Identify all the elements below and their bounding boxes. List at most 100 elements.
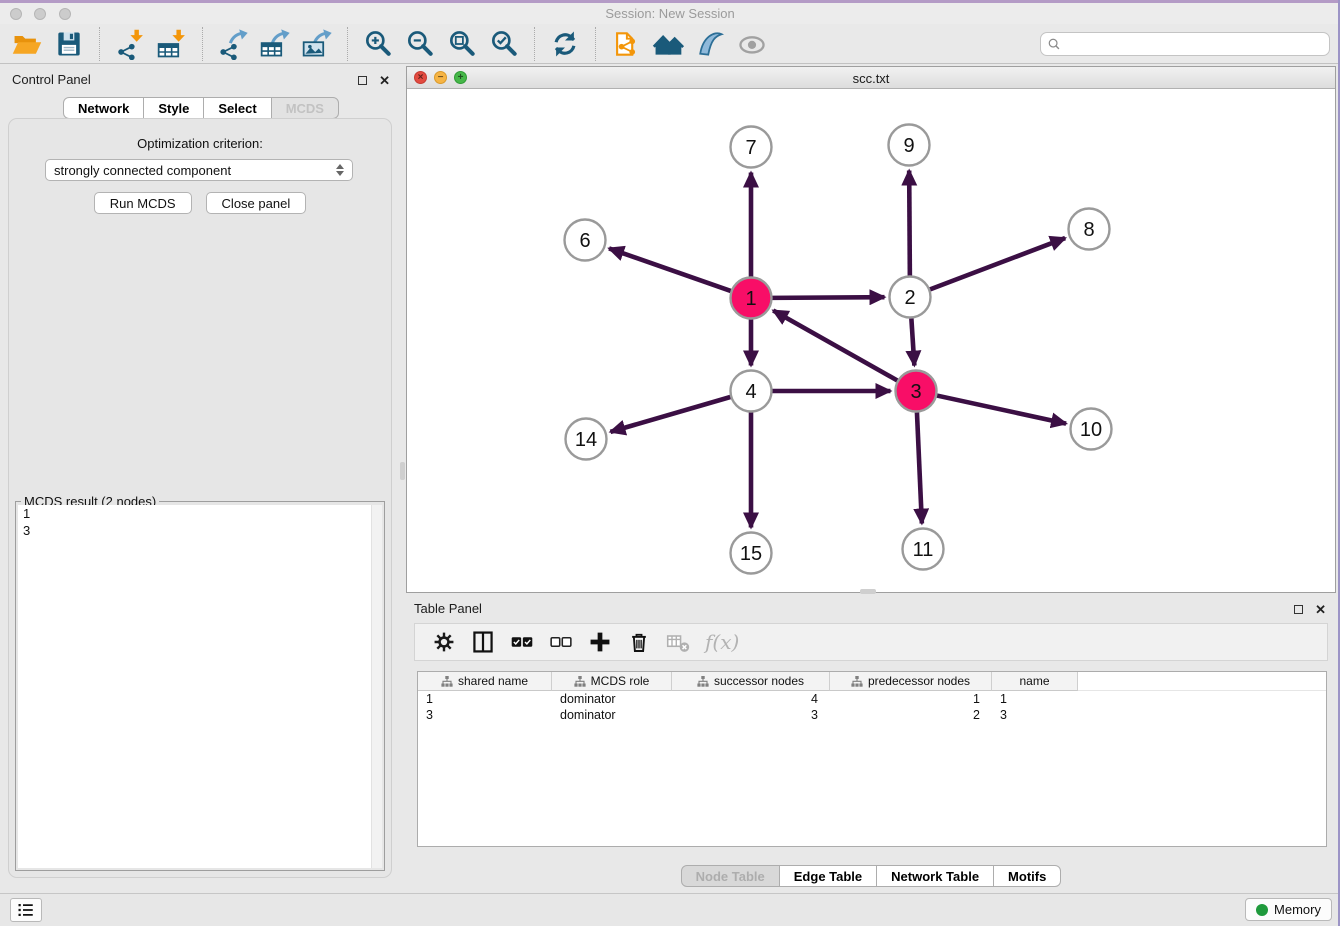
control-panel-title: Control Panel <box>12 72 91 87</box>
application-window: Session: New Session Control Panel ✕ Net… <box>0 0 1340 926</box>
column-header-mcds-role[interactable]: MCDS role <box>552 672 672 691</box>
network-window-titlebar[interactable]: × − + scc.txt <box>407 67 1335 89</box>
close-panel-button-mcds[interactable]: Close panel <box>206 192 307 214</box>
float-panel-button[interactable] <box>356 71 369 90</box>
optimization-criterion-label: Optimization criterion: <box>9 136 391 151</box>
close-table-panel-button[interactable]: ✕ <box>1313 600 1328 619</box>
table-panel-title: Table Panel <box>414 601 482 616</box>
column-header-label: successor nodes <box>714 674 804 688</box>
graph-edge-2-8[interactable] <box>930 238 1065 289</box>
panel-splitter-handle[interactable] <box>400 462 405 480</box>
save-session-button[interactable] <box>49 26 89 62</box>
import-network-button[interactable] <box>110 26 150 62</box>
deselect-all-columns-button[interactable] <box>548 628 574 656</box>
mcds-result-line: 1 <box>18 505 382 522</box>
run-mcds-button[interactable]: Run MCDS <box>94 192 192 214</box>
graph-edge-4-14[interactable] <box>610 397 730 432</box>
style-document-button[interactable] <box>606 26 646 62</box>
add-row-icon <box>588 630 612 654</box>
settings-gear-button[interactable] <box>431 628 457 656</box>
graph-node-label: 6 <box>579 230 590 252</box>
tab-network[interactable]: Network <box>63 97 144 119</box>
graph-edge-3-1[interactable] <box>773 311 897 381</box>
zoom-fit-button[interactable] <box>442 26 482 62</box>
toolbar-separator <box>99 27 100 61</box>
table-header-row: shared name MCDS role successor nodes prede… <box>418 672 1326 691</box>
open-folder-button[interactable] <box>7 26 47 62</box>
zoom-in-button[interactable] <box>358 26 398 62</box>
select-all-columns-button[interactable] <box>509 628 535 656</box>
task-list-icon <box>15 901 37 919</box>
table-panel-tabs: Node TableEdge TableNetwork TableMotifs <box>406 865 1336 887</box>
search-input[interactable] <box>1065 36 1323 52</box>
export-table-button[interactable] <box>255 26 295 62</box>
toolbar-separator <box>347 27 348 61</box>
deselect-all-columns-icon <box>549 630 573 654</box>
tab-select[interactable]: Select <box>203 97 271 119</box>
memory-button[interactable]: Memory <box>1245 898 1332 921</box>
zoom-out-button[interactable] <box>400 26 440 62</box>
float-table-panel-button[interactable] <box>1292 600 1305 619</box>
table-row[interactable]: 1dominator411 <box>418 691 1326 707</box>
column-header-name[interactable]: name <box>992 672 1078 691</box>
first-neighbors-home-button[interactable] <box>648 26 688 62</box>
add-row-button[interactable] <box>587 628 613 656</box>
column-header-shared-name[interactable]: shared name <box>418 672 552 691</box>
mcds-result-textarea[interactable]: 13 <box>18 505 382 868</box>
select-all-columns-icon <box>510 630 534 654</box>
column-header-successor-nodes[interactable]: successor nodes <box>672 672 830 691</box>
column-header-label: name <box>1019 674 1049 688</box>
graph-edge-3-11[interactable] <box>917 412 922 523</box>
network-scrollbar-handle[interactable] <box>860 589 876 594</box>
delete-row-icon <box>627 630 651 654</box>
column-header-label: predecessor nodes <box>868 674 970 688</box>
tab-edge-table[interactable]: Edge Table <box>779 865 877 887</box>
control-panel-tabs: NetworkStyleSelectMCDS <box>0 97 402 119</box>
table-body: 1dominator4113dominator323 <box>418 691 1326 723</box>
graph-edge-1-2[interactable] <box>772 297 884 298</box>
tab-network-table[interactable]: Network Table <box>876 865 994 887</box>
zoom-fit-icon <box>446 28 478 60</box>
tab-style[interactable]: Style <box>143 97 204 119</box>
apply-layout-refresh-button[interactable] <box>545 26 585 62</box>
column-header-predecessor-nodes[interactable]: predecessor nodes <box>830 672 992 691</box>
show-graphics-details-button[interactable] <box>690 26 730 62</box>
close-panel-button[interactable]: ✕ <box>377 71 392 90</box>
graph-node-label: 9 <box>903 135 914 157</box>
graph-edge-2-9[interactable] <box>909 170 910 275</box>
column-chooser-button[interactable] <box>470 628 496 656</box>
graph-edge-1-6[interactable] <box>609 248 731 290</box>
mcds-panel: Optimization criterion: strongly connect… <box>8 118 392 878</box>
graph-node-label: 8 <box>1083 219 1094 241</box>
delete-row-button[interactable] <box>626 628 652 656</box>
optimization-criterion-dropdown[interactable]: strongly connected component <box>45 159 353 181</box>
graph-node-label: 7 <box>745 137 756 159</box>
import-table-button[interactable] <box>152 26 192 62</box>
export-table-icon <box>259 28 291 60</box>
float-table-panel-icon <box>1294 605 1303 614</box>
table-cell-name: 1 <box>992 692 1078 706</box>
node-table: shared name MCDS role successor nodes prede… <box>417 671 1327 847</box>
result-scrollbar[interactable] <box>371 505 382 868</box>
column-header-label: shared name <box>458 674 528 688</box>
tab-mcds[interactable]: MCDS <box>271 97 339 119</box>
export-network-button[interactable] <box>213 26 253 62</box>
tab-node-table[interactable]: Node Table <box>681 865 780 887</box>
graph-edge-3-10[interactable] <box>937 396 1066 424</box>
zoom-out-icon <box>404 28 436 60</box>
graph-edge-2-3[interactable] <box>911 318 914 365</box>
table-panel: Table Panel ✕ f(x) shared nameMCDS roles… <box>406 595 1336 888</box>
toolbar-separator <box>595 27 596 61</box>
task-history-button[interactable] <box>10 898 42 922</box>
zoom-selected-icon <box>488 28 520 60</box>
export-image-button[interactable] <box>297 26 337 62</box>
apply-layout-refresh-icon <box>549 28 581 60</box>
table-row[interactable]: 3dominator323 <box>418 707 1326 723</box>
search-box[interactable] <box>1040 32 1330 56</box>
control-panel: Control Panel ✕ NetworkStyleSelectMCDS O… <box>0 64 402 893</box>
network-graph-canvas[interactable]: 7968124314101511 <box>407 89 1335 592</box>
graph-node-label: 11 <box>913 539 934 561</box>
tab-motifs[interactable]: Motifs <box>993 865 1061 887</box>
graph-node-label: 1 <box>745 288 756 310</box>
zoom-selected-button[interactable] <box>484 26 524 62</box>
